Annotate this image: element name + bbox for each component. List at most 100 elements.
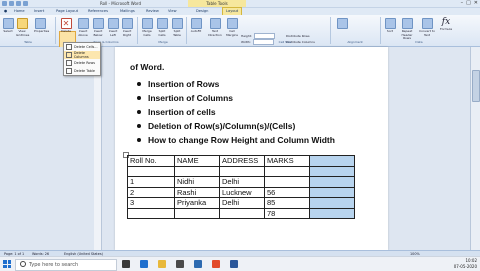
search-icon: [20, 261, 26, 267]
cell-margins-button[interactable]: Cell Margins: [226, 18, 238, 37]
word-icon[interactable]: [230, 260, 238, 268]
table-cell[interactable]: 56: [264, 186, 310, 198]
table-cell[interactable]: [127, 165, 175, 177]
table-cell[interactable]: Nidhi: [174, 176, 220, 188]
table-cell[interactable]: [309, 197, 355, 209]
edge-icon[interactable]: [140, 260, 148, 268]
properties-button[interactable]: Properties: [34, 18, 49, 34]
table-cell[interactable]: [219, 165, 265, 177]
insert-left-icon: [107, 18, 119, 29]
split-table-icon: [171, 18, 183, 29]
tab-insert[interactable]: Insert: [34, 8, 44, 15]
table-cell[interactable]: Rashi: [174, 186, 220, 198]
autofit-icon: [190, 18, 202, 29]
table-cell[interactable]: [264, 176, 310, 188]
insert-below-button[interactable]: Insert Below: [92, 18, 104, 37]
tab-design[interactable]: Design: [196, 8, 208, 15]
vertical-ruler: [94, 47, 102, 250]
sort-button[interactable]: Sort: [384, 18, 396, 34]
menu-item-delete-columns[interactable]: Delete Columns: [64, 51, 100, 59]
table-cell[interactable]: Lucknew: [219, 186, 265, 198]
chrome-icon[interactable]: [212, 260, 220, 268]
alignment-icon: [336, 18, 348, 29]
menu-item-delete-rows[interactable]: Delete Rows: [64, 59, 100, 67]
table-cell[interactable]: [174, 165, 220, 177]
menu-item-delete-table[interactable]: Delete Table: [64, 67, 100, 75]
window-controls[interactable]: – □ ✕: [461, 0, 478, 7]
table-cell[interactable]: [174, 207, 220, 219]
insert-right-button[interactable]: Insert Right: [121, 18, 133, 37]
cell-margins-icon: [226, 18, 238, 29]
merge-cells-button[interactable]: Merge Cells: [141, 18, 153, 37]
menu-item-delete-cells[interactable]: Delete Cells...: [64, 43, 100, 51]
gridlines-icon: [16, 18, 28, 29]
sort-icon: [384, 18, 396, 29]
table-header-cell[interactable]: NAME: [174, 155, 220, 167]
maximize-icon[interactable]: □: [466, 0, 471, 7]
align-button[interactable]: [336, 18, 348, 30]
tab-references[interactable]: References: [88, 8, 108, 15]
group-label-table: Table: [24, 40, 32, 44]
autofit-button[interactable]: AutoFit: [190, 18, 202, 34]
group-label-alignment: Alignment: [347, 40, 363, 44]
tab-view[interactable]: View: [168, 8, 177, 15]
task-view-icon[interactable]: [122, 260, 130, 268]
table-row: 78: [127, 207, 355, 219]
table-cell[interactable]: [309, 176, 355, 188]
repeat-header-rows-button[interactable]: Repeat Header Rows: [398, 18, 416, 41]
table-cell[interactable]: Priyanka: [174, 197, 220, 209]
table-cell[interactable]: [309, 165, 355, 177]
merge-icon: [141, 18, 153, 29]
document-table[interactable]: Roll No. NAME ADDRESS MARKS 1 Nidhi Delh…: [127, 155, 355, 219]
table-cell[interactable]: [309, 207, 355, 219]
table-cell[interactable]: [264, 165, 310, 177]
table-cell[interactable]: 1: [127, 176, 175, 188]
quick-access-toolbar[interactable]: [2, 1, 28, 6]
table-row: 2 Rashi Lucknew 56: [127, 186, 355, 198]
insert-above-icon: [77, 18, 89, 29]
delete-columns-icon: [66, 52, 72, 58]
office-button[interactable]: ●: [4, 8, 7, 15]
split-table-button[interactable]: Split Table: [171, 18, 183, 37]
select-icon: [2, 18, 14, 29]
context-tab-label: Table Tools: [188, 0, 246, 7]
tab-review[interactable]: Review: [146, 8, 159, 15]
table-cell[interactable]: 78: [264, 207, 310, 219]
close-icon[interactable]: ✕: [474, 0, 478, 7]
formula-button[interactable]: fx Formula: [440, 18, 452, 32]
table-cell[interactable]: [127, 207, 175, 219]
tab-page-layout[interactable]: Page Layout: [56, 8, 78, 15]
table-cell[interactable]: Delhi: [219, 176, 265, 188]
windows-start-icon[interactable]: [3, 260, 11, 268]
formula-icon: fx: [441, 17, 451, 27]
table-header-cell[interactable]: ADDRESS: [219, 155, 265, 167]
insert-left-button[interactable]: Insert Left: [107, 18, 119, 37]
table-header-cell[interactable]: [309, 155, 355, 167]
store-icon[interactable]: [176, 260, 184, 268]
table-cell[interactable]: [219, 207, 265, 219]
taskbar-search-box[interactable]: Type here to search: [15, 259, 117, 271]
split-cells-button[interactable]: Split Cells: [156, 18, 168, 37]
table-header-cell[interactable]: Roll No.: [127, 155, 175, 167]
tab-home[interactable]: Home: [14, 8, 25, 15]
file-explorer-icon[interactable]: [158, 260, 166, 268]
table-header-cell[interactable]: MARKS: [264, 155, 310, 167]
view-gridlines-button[interactable]: View Gridlines: [16, 18, 29, 37]
table-cell[interactable]: 85: [264, 197, 310, 209]
table-cell[interactable]: [309, 186, 355, 198]
table-cell[interactable]: 3: [127, 197, 175, 209]
convert-to-text-button[interactable]: Convert to Text: [418, 18, 436, 37]
system-clock[interactable]: 10:02 07-05-2020: [454, 258, 477, 270]
select-button[interactable]: Select: [2, 18, 14, 34]
text-direction-button[interactable]: Text Direction: [206, 18, 224, 37]
insert-above-button[interactable]: Insert Above: [77, 18, 89, 37]
repeat-header-icon: [401, 18, 413, 29]
table-cell[interactable]: 2: [127, 186, 175, 198]
tab-layout[interactable]: Layout: [222, 7, 243, 15]
minimize-icon[interactable]: –: [461, 0, 464, 7]
mail-icon[interactable]: [194, 260, 202, 268]
scrollbar-thumb[interactable]: [472, 70, 480, 102]
delete-button[interactable]: ✕ Delete: [60, 18, 72, 34]
table-cell[interactable]: Delhi: [219, 197, 265, 209]
tab-mailings[interactable]: Mailings: [120, 8, 135, 15]
